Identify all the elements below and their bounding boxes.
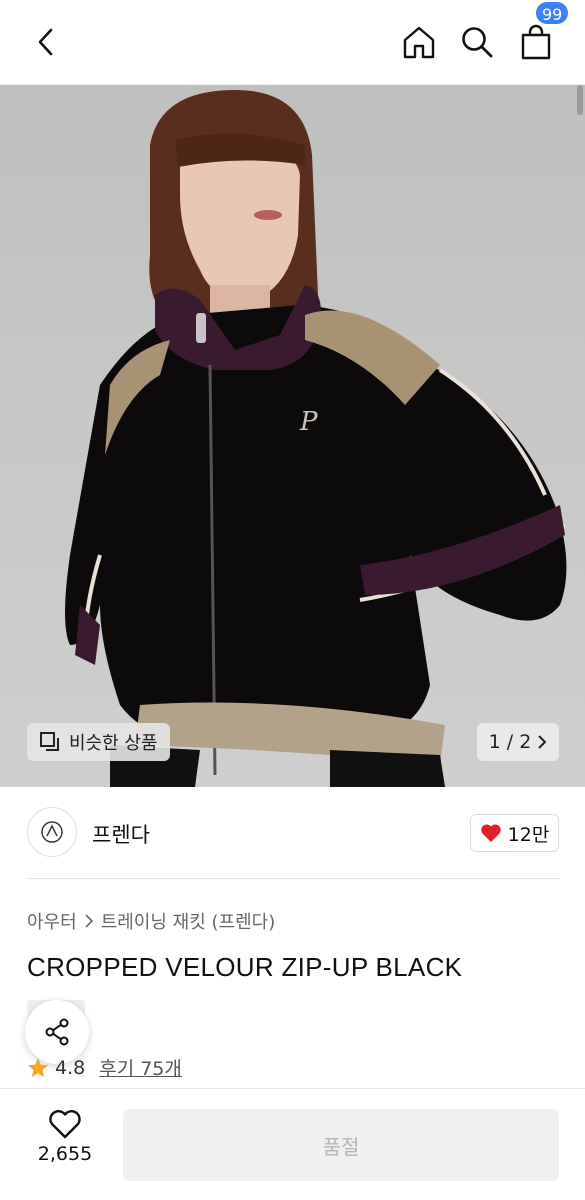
home-icon (403, 26, 435, 59)
search-icon (462, 27, 493, 58)
similar-products-button[interactable]: 비슷한 상품 (27, 723, 170, 761)
home-button[interactable] (397, 20, 441, 64)
svg-text:P: P (299, 407, 318, 437)
shopping-bag-icon (521, 24, 551, 60)
brand-like-count: 12만 (507, 823, 550, 846)
brand-like-button[interactable]: 12만 (470, 814, 559, 852)
pager-text: 1 / 2 (488, 731, 532, 753)
breadcrumb-category[interactable]: 아우터 (27, 908, 77, 934)
search-button[interactable] (455, 20, 499, 64)
divider (27, 878, 559, 879)
review-count-link[interactable]: 후기 75개 (99, 1054, 182, 1081)
brand-name[interactable]: 프렌다 (92, 819, 150, 849)
star-icon (28, 1057, 48, 1077)
share-icon (45, 1018, 69, 1046)
product-photo: P (65, 90, 567, 787)
brand-row: 프렌다 12만 (0, 787, 585, 879)
sold-out-button: 품절 (123, 1109, 559, 1181)
chevron-left-icon (38, 28, 53, 56)
heart-outline-icon (49, 1110, 81, 1139)
product-title: CROPPED VELOUR ZIP-UP BLACK (27, 952, 463, 982)
similar-products-label: 비슷한 상품 (69, 733, 158, 754)
image-pager[interactable]: 1 / 2 (477, 723, 559, 761)
brand-logo[interactable] (27, 807, 77, 857)
product-image-carousel[interactable]: P 비슷한 상품 1 / 2 (0, 85, 585, 787)
breadcrumb: 아우터 트레이닝 재킷 (프렌다) (27, 908, 275, 934)
bottom-action-bar: 2,655 품절 (0, 1088, 585, 1200)
top-app-bar: 99 (0, 0, 585, 85)
back-button[interactable] (24, 20, 68, 64)
wishlist-count: 2,655 (37, 1143, 93, 1165)
copy-icon (40, 732, 59, 751)
chevron-right-icon (85, 914, 93, 928)
cart-count-badge: 99 (534, 0, 571, 26)
wishlist-button[interactable]: 2,655 (30, 1109, 100, 1165)
rating-score: 4.8 (55, 1056, 86, 1079)
brand-emblem-icon (41, 821, 63, 843)
breadcrumb-subcategory[interactable]: 트레이닝 재킷 (프렌다) (101, 908, 276, 934)
heart-icon (480, 824, 501, 842)
chevron-right-icon (538, 735, 547, 749)
rating-row: 4.8 후기 75개 (27, 1054, 182, 1081)
